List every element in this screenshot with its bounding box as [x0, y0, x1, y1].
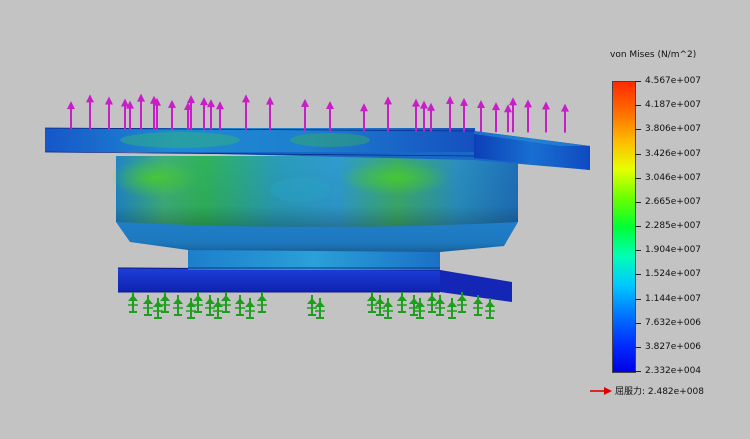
yield-strength-row: 屈服力: 2.482e+008 [590, 384, 704, 397]
colorbar-tick-mark [635, 298, 641, 300]
colorbar-tick-mark [635, 129, 641, 131]
colorbar-tick-label: 4.187e+007 [645, 100, 702, 111]
force-arrow-icon [524, 99, 532, 133]
colorbar-tick-label: 3.426e+007 [645, 148, 702, 159]
fixed-geometry-icon [245, 298, 255, 319]
main-body [110, 156, 518, 227]
colorbar-tick-mark [635, 274, 641, 276]
force-arrow-icon [67, 101, 75, 130]
colorbar-tick-label: 1.524e+007 [645, 269, 702, 280]
fixed-geometry-icon [427, 292, 437, 313]
colorbar-tick-label: 3.046e+007 [645, 172, 702, 183]
colorbar-tick-label: 2.285e+007 [645, 221, 702, 231]
colorbar-tick-mark [635, 371, 641, 372]
legend-title: von Mises (N/m^2) [610, 50, 697, 60]
fixtures [128, 292, 495, 319]
force-arrow-icon [326, 100, 334, 131]
colorbar-tick-label: 3.827e+006 [645, 341, 702, 352]
force-arrow-icon [216, 101, 224, 131]
force-arrow-icon [121, 98, 129, 130]
fixed-geometry-icon [160, 292, 170, 313]
force-arrow-icon [492, 102, 500, 133]
force-arrow-icon [86, 94, 94, 130]
arrow-right-icon [590, 386, 612, 395]
colorbar-tick-mark [635, 226, 641, 227]
force-arrow-icon [137, 93, 145, 130]
force-arrow-icon [301, 98, 309, 131]
yield-strength-label: 屈服力: 2.482e+008 [615, 387, 704, 397]
force-arrow-icon [542, 101, 550, 133]
fixed-geometry-icon [367, 292, 377, 313]
force-arrow-icon [168, 99, 176, 130]
colorbar-tick-mark [635, 81, 641, 82]
colorbar-tick-label: 7.632e+006 [645, 317, 702, 328]
colorbar-tick-label: 2.665e+007 [645, 196, 702, 207]
force-arrow-icon [105, 96, 113, 130]
fixed-geometry-icon [221, 292, 231, 313]
force-arrow-icon [266, 96, 274, 131]
colorbar-tick-mark [635, 153, 641, 155]
fixed-geometry-icon [473, 295, 483, 316]
fixed-geometry-icon [128, 292, 138, 313]
colorbar-tick-mark [635, 322, 641, 324]
load-arrows [67, 93, 569, 133]
fixed-geometry-icon [257, 292, 267, 313]
fixed-geometry-icon [173, 295, 183, 316]
fixed-geometry-icon [397, 292, 407, 313]
force-arrow-icon [477, 100, 485, 133]
fixed-geometry-icon [307, 295, 317, 316]
colorbar-tick-label: 2.332e+004 [645, 366, 702, 376]
colorbar-tick-mark [635, 201, 641, 203]
force-arrow-icon [460, 97, 468, 132]
force-arrow-icon [384, 96, 392, 132]
colorbar-tick-mark [635, 177, 641, 179]
colorbar-tick-label: 3.806e+007 [645, 124, 702, 135]
colorbar-tick-label: 1.144e+007 [645, 293, 702, 304]
force-arrow-icon [360, 103, 368, 132]
fixed-geometry-icon [235, 295, 245, 316]
fixed-geometry-icon [485, 298, 495, 319]
fixed-geometry-icon [143, 295, 153, 316]
force-arrow-icon [427, 102, 435, 132]
fixed-geometry-icon [193, 292, 203, 313]
colorbar-tick-label: 4.567e+007 [645, 76, 702, 86]
force-arrow-icon [504, 104, 512, 133]
colorbar-tick-label: 1.904e+007 [645, 245, 702, 256]
force-arrow-icon [420, 100, 428, 132]
force-arrow-icon [207, 99, 215, 131]
force-arrow-icon [200, 97, 208, 131]
fixed-geometry-icon [205, 295, 215, 316]
force-arrow-icon [509, 97, 517, 133]
colorbar-tick-mark [635, 105, 641, 107]
force-arrow-icon [412, 98, 420, 132]
force-arrow-icon [242, 94, 250, 131]
colorbar-tick-mark [635, 250, 641, 252]
force-arrow-icon [561, 103, 569, 133]
force-arrow-icon [446, 95, 454, 132]
colorbar-tick-mark [635, 346, 641, 348]
model-viewport[interactable] [0, 0, 750, 439]
fixed-geometry-icon [447, 298, 457, 319]
stress-colorbar [612, 81, 636, 373]
